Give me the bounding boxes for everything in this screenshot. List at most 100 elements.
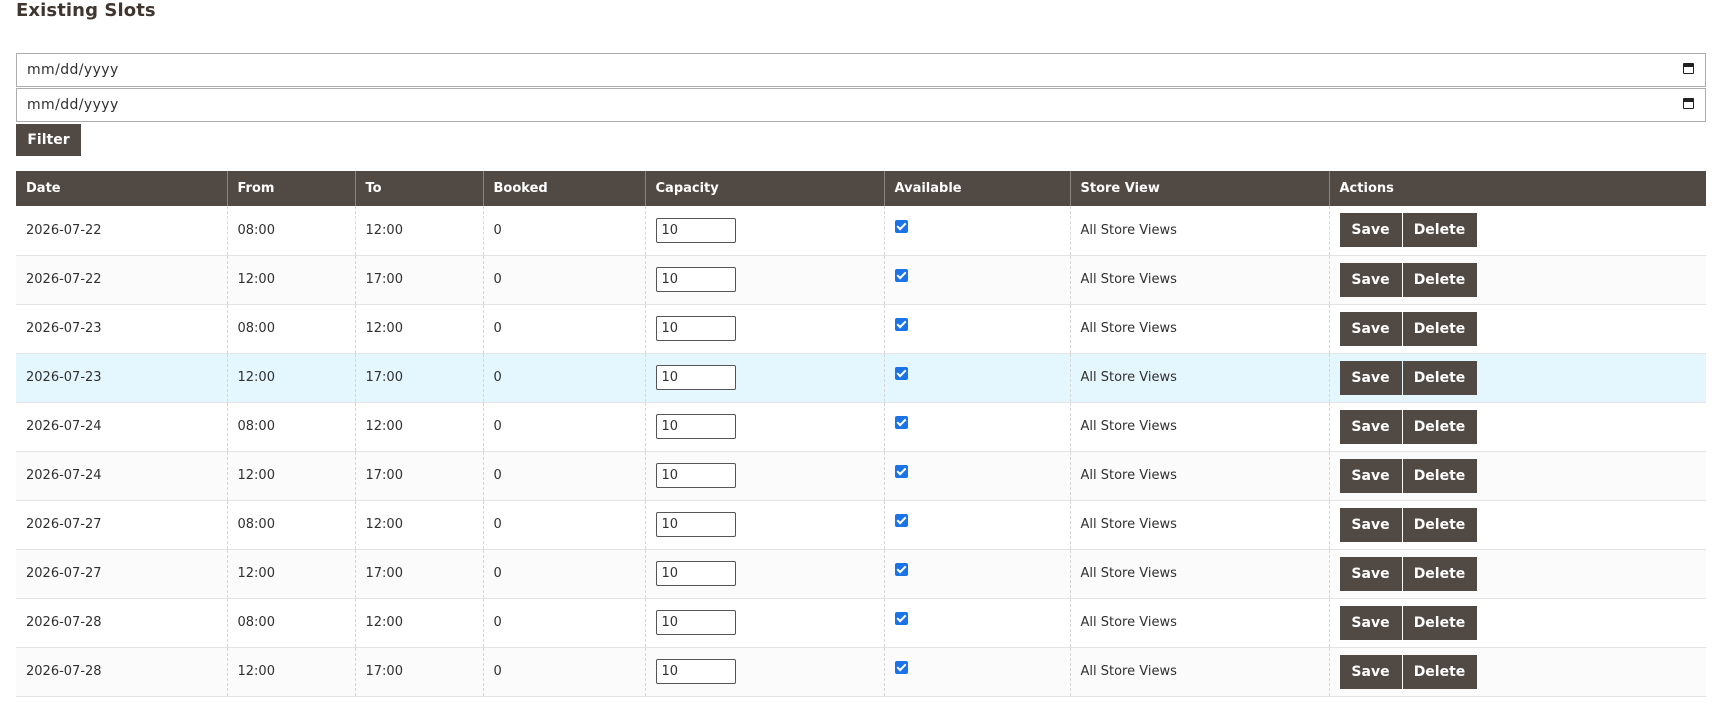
capacity-input[interactable] xyxy=(655,463,736,488)
cell-available xyxy=(883,549,1070,599)
save-button[interactable]: Save xyxy=(1339,262,1402,297)
available-checkbox[interactable] xyxy=(894,269,908,282)
save-button[interactable]: Save xyxy=(1339,458,1402,493)
cell-to: 17:00 xyxy=(354,353,483,403)
capacity-input[interactable] xyxy=(655,316,736,341)
save-button[interactable]: Save xyxy=(1339,654,1402,689)
save-button[interactable]: Save xyxy=(1339,360,1402,395)
cell-store-view: All Store Views xyxy=(1069,549,1329,599)
cell-to: 12:00 xyxy=(354,206,483,256)
column-header-capacity[interactable]: Capacity xyxy=(644,171,884,206)
cell-booked: 0 xyxy=(482,451,645,501)
column-header-available[interactable]: Available xyxy=(883,171,1070,206)
available-checkbox[interactable] xyxy=(894,318,908,331)
cell-date: 2026-07-27 xyxy=(16,549,227,599)
available-checkbox[interactable] xyxy=(894,612,908,625)
save-button[interactable]: Save xyxy=(1339,556,1402,591)
cell-date: 2026-07-23 xyxy=(16,353,227,403)
save-button[interactable]: Save xyxy=(1339,213,1402,248)
calendar-icon[interactable] xyxy=(1683,98,1694,109)
column-header-store-view[interactable]: Store View xyxy=(1069,171,1329,206)
cell-date: 2026-07-24 xyxy=(16,451,227,501)
date-to-placeholder: mm/dd/yyyy xyxy=(27,97,119,113)
capacity-input[interactable] xyxy=(655,267,736,292)
cell-booked: 0 xyxy=(482,647,645,697)
cell-booked: 0 xyxy=(482,598,645,648)
table-row: 2026-07-2212:0017:000All Store ViewsSave… xyxy=(16,255,1706,305)
delete-button[interactable]: Delete xyxy=(1402,213,1477,248)
date-from-input[interactable]: mm/dd/yyyy xyxy=(16,53,1706,87)
cell-capacity xyxy=(644,647,884,697)
cell-capacity xyxy=(644,451,884,501)
cell-actions: Save Delete xyxy=(1328,500,1706,550)
date-to-input[interactable]: mm/dd/yyyy xyxy=(16,88,1706,122)
save-button[interactable]: Save xyxy=(1339,507,1402,542)
capacity-input[interactable] xyxy=(655,414,736,439)
available-checkbox[interactable] xyxy=(894,514,908,527)
cell-to: 12:00 xyxy=(354,304,483,354)
column-header-to[interactable]: To xyxy=(354,171,483,206)
cell-capacity xyxy=(644,500,884,550)
cell-date: 2026-07-27 xyxy=(16,500,227,550)
delete-button[interactable]: Delete xyxy=(1402,458,1477,493)
cell-store-view: All Store Views xyxy=(1069,500,1329,550)
calendar-icon[interactable] xyxy=(1683,63,1694,74)
capacity-input[interactable] xyxy=(655,365,736,390)
capacity-input[interactable] xyxy=(655,512,736,537)
capacity-input[interactable] xyxy=(655,217,736,243)
delete-button[interactable]: Delete xyxy=(1402,605,1477,640)
delete-button[interactable]: Delete xyxy=(1402,556,1477,591)
cell-actions: Save Delete xyxy=(1328,304,1706,354)
cell-from: 12:00 xyxy=(226,353,355,403)
table-row: 2026-07-2712:0017:000All Store ViewsSave… xyxy=(16,549,1706,599)
cell-available xyxy=(883,402,1070,452)
available-checkbox[interactable] xyxy=(894,563,908,576)
delete-button[interactable]: Delete xyxy=(1402,262,1477,297)
delete-button[interactable]: Delete xyxy=(1402,654,1477,689)
cell-capacity xyxy=(644,353,884,403)
cell-to: 12:00 xyxy=(354,598,483,648)
cell-from: 12:00 xyxy=(226,255,355,305)
available-checkbox[interactable] xyxy=(894,661,908,674)
cell-from: 08:00 xyxy=(226,304,355,354)
delete-button[interactable]: Delete xyxy=(1402,507,1477,542)
cell-from: 08:00 xyxy=(226,206,355,256)
cell-booked: 0 xyxy=(482,549,645,599)
delete-button[interactable]: Delete xyxy=(1402,311,1477,346)
capacity-input[interactable] xyxy=(655,561,736,586)
page-title: Existing Slots xyxy=(16,0,156,21)
cell-available xyxy=(883,598,1070,648)
cell-capacity xyxy=(644,598,884,648)
cell-store-view: All Store Views xyxy=(1069,402,1329,452)
capacity-input[interactable] xyxy=(655,610,736,635)
cell-available xyxy=(883,451,1070,501)
cell-actions: Save Delete xyxy=(1328,206,1706,256)
save-button[interactable]: Save xyxy=(1339,311,1402,346)
cell-date: 2026-07-22 xyxy=(16,206,227,256)
table-row: 2026-07-2408:0012:000All Store ViewsSave… xyxy=(16,402,1706,452)
table-row: 2026-07-2808:0012:000All Store ViewsSave… xyxy=(16,598,1706,648)
filter-button[interactable]: Filter xyxy=(16,124,81,156)
column-header-actions[interactable]: Actions xyxy=(1328,171,1706,206)
save-button[interactable]: Save xyxy=(1339,605,1402,640)
delete-button[interactable]: Delete xyxy=(1402,360,1477,395)
cell-from: 12:00 xyxy=(226,647,355,697)
available-checkbox[interactable] xyxy=(894,367,908,380)
capacity-input[interactable] xyxy=(655,659,736,684)
table-row: 2026-07-2812:0017:000All Store ViewsSave… xyxy=(16,647,1706,697)
table-row: 2026-07-2412:0017:000All Store ViewsSave… xyxy=(16,451,1706,501)
available-checkbox[interactable] xyxy=(894,416,908,429)
cell-store-view: All Store Views xyxy=(1069,353,1329,403)
cell-available xyxy=(883,304,1070,354)
table-row: 2026-07-2308:0012:000All Store ViewsSave… xyxy=(16,304,1706,354)
save-button[interactable]: Save xyxy=(1339,409,1402,444)
column-header-date[interactable]: Date xyxy=(16,171,227,206)
delete-button[interactable]: Delete xyxy=(1402,409,1477,444)
available-checkbox[interactable] xyxy=(894,219,908,233)
column-header-booked[interactable]: Booked xyxy=(482,171,645,206)
cell-actions: Save Delete xyxy=(1328,451,1706,501)
cell-from: 08:00 xyxy=(226,500,355,550)
cell-available xyxy=(883,647,1070,697)
column-header-from[interactable]: From xyxy=(226,171,355,206)
available-checkbox[interactable] xyxy=(894,465,908,478)
